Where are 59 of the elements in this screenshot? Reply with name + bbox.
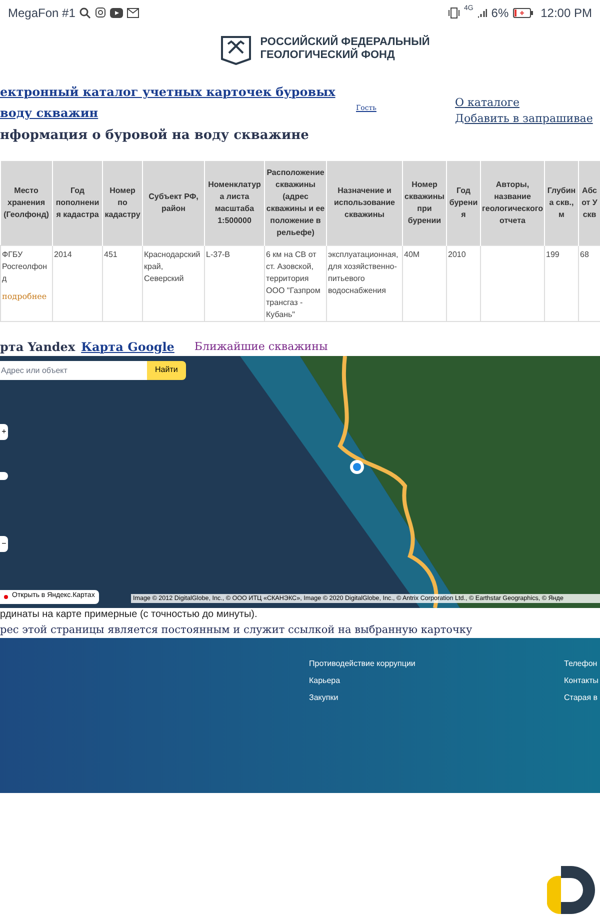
footer-link[interactable]: Карьера bbox=[309, 674, 340, 686]
table-cell: 40М bbox=[404, 250, 420, 258]
column-header: Абс от У скв bbox=[578, 161, 600, 245]
column-header: Номер скважины при бурении bbox=[402, 161, 446, 245]
org-name: РОССИЙСКИЙ ФЕДЕРАЛЬНЫЙ bbox=[260, 36, 430, 48]
nav-link[interactable]: Добавить в запрашивае bbox=[455, 111, 593, 127]
find-button[interactable]: Найти bbox=[147, 360, 186, 380]
footer-link[interactable]: Старая в bbox=[564, 692, 598, 702]
page-address-note: рес этой страницы является постоянным и служит ссылкой на выбранную карточку bbox=[0, 622, 474, 638]
table-cell: 68 bbox=[580, 250, 589, 258]
footer-link[interactable]: Телефон bbox=[564, 658, 598, 668]
mail-icon bbox=[127, 8, 140, 18]
table-cell: L-37-В bbox=[206, 250, 230, 258]
map-search-field[interactable]: Адрес или объект bbox=[0, 360, 147, 380]
camera-icon bbox=[95, 7, 106, 18]
table-cell: 2010 bbox=[448, 250, 466, 258]
column-header: Год пополнения кадастра bbox=[52, 161, 102, 245]
zoom-out-button[interactable]: − bbox=[0, 536, 8, 552]
column-header: Субъект РФ, район bbox=[142, 161, 204, 245]
column-header: Авторы, название геологического отчета bbox=[480, 161, 544, 245]
logo-icon bbox=[220, 33, 252, 65]
footer-link[interactable]: Контакты bbox=[564, 674, 599, 686]
page-heading: нформация о буровой на воду скважине bbox=[0, 128, 309, 143]
table-cell-text: ФГБУ Росгеолфонд bbox=[2, 248, 48, 284]
signal-icon bbox=[477, 8, 488, 18]
table-cell: 199 bbox=[546, 250, 560, 258]
search-icon bbox=[79, 6, 92, 18]
catalog-title-link[interactable]: воду скважин bbox=[0, 106, 98, 120]
table-cell: 6 км на СВ от ст. Азовской, территория ООО "Газпром трансгаз - Кубань" bbox=[266, 250, 320, 318]
table-cell: Краснодарский край, Северский bbox=[144, 250, 200, 282]
column-header: Назначение и использование скважины bbox=[326, 161, 402, 245]
pin-icon bbox=[4, 594, 8, 598]
play-icon bbox=[110, 8, 124, 18]
nearby-wells-link[interactable]: Ближайшие скважины bbox=[194, 339, 328, 356]
clock-time: 12:00 PM bbox=[540, 4, 592, 22]
table-cell: 2014 bbox=[54, 250, 72, 258]
vibrate-icon bbox=[448, 6, 460, 18]
location-marker-icon[interactable] bbox=[350, 460, 364, 474]
footer-link[interactable]: Противодействие коррупции bbox=[309, 658, 416, 668]
nav-link[interactable]: О каталоге bbox=[455, 95, 593, 111]
table-cell: 451 bbox=[104, 250, 118, 258]
footer-link[interactable]: Закупки bbox=[309, 692, 338, 702]
org-name: ГЕОЛОГИЧЕСКИЙ ФОНД bbox=[260, 49, 396, 62]
column-header: Расположение скважины (адрес скважины и ее положение в рельефе) bbox=[264, 161, 326, 245]
carrier-name: MegaFon #1 bbox=[8, 4, 76, 22]
map-note: рдинаты на карте примерные (с точностью до минуты). bbox=[0, 608, 258, 622]
column-header: Номер по кадастру bbox=[102, 161, 142, 245]
column-header: Глубина скв., м bbox=[544, 161, 578, 245]
table-cell: эксплуатационная, для хозяйственно-питьевого водоснабжения bbox=[328, 250, 398, 294]
logo-icon bbox=[547, 864, 595, 916]
battery-icon bbox=[512, 8, 533, 18]
column-header: Год бурения bbox=[446, 161, 480, 245]
map-tab[interactable]: рта Yandex bbox=[0, 338, 76, 356]
map-tab[interactable]: Карта Google bbox=[81, 338, 174, 356]
battery-percent: 6% bbox=[491, 4, 509, 22]
column-header: Номенклатура листа масштаба 1:500000 bbox=[204, 161, 264, 245]
zoom-in-button[interactable]: + bbox=[0, 424, 8, 440]
catalog-title-link[interactable]: ектронный каталог учетных карточек буровых bbox=[0, 85, 336, 99]
column-header: Место хранения (Геолфонд) bbox=[0, 161, 52, 245]
